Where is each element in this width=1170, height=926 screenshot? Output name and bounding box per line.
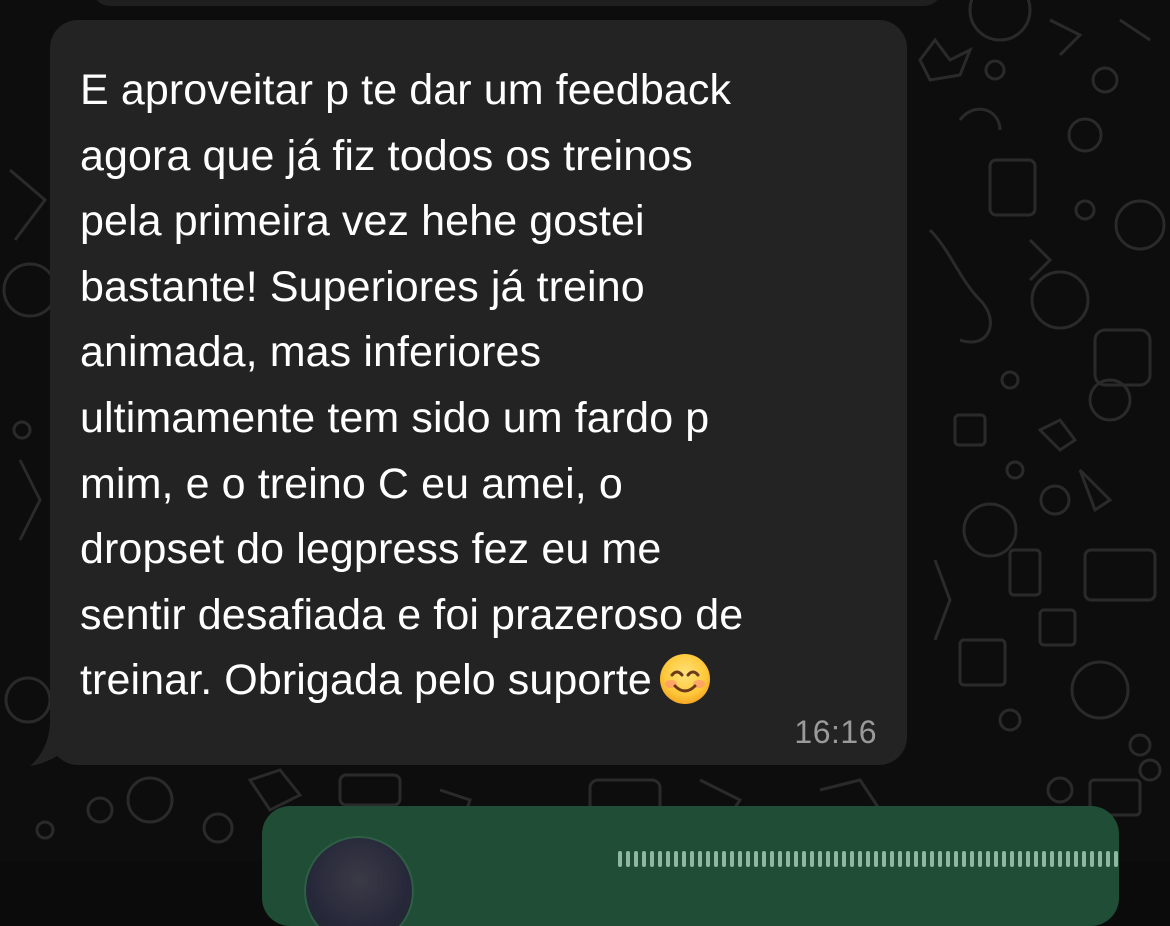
message-timestamp: 16:16 bbox=[794, 714, 877, 750]
message-text: E aproveitar p te dar um feedback agora … bbox=[80, 58, 867, 714]
message-body: E aproveitar p te dar um feedback agora … bbox=[80, 66, 744, 705]
avatar bbox=[304, 836, 414, 926]
outgoing-voice-message-bubble[interactable] bbox=[262, 806, 1119, 926]
previous-message-bubble bbox=[92, 0, 942, 6]
smiling-face-emoji-icon bbox=[659, 654, 710, 705]
voice-waveform[interactable] bbox=[618, 851, 1119, 867]
incoming-message-bubble[interactable]: E aproveitar p te dar um feedback agora … bbox=[50, 20, 907, 765]
